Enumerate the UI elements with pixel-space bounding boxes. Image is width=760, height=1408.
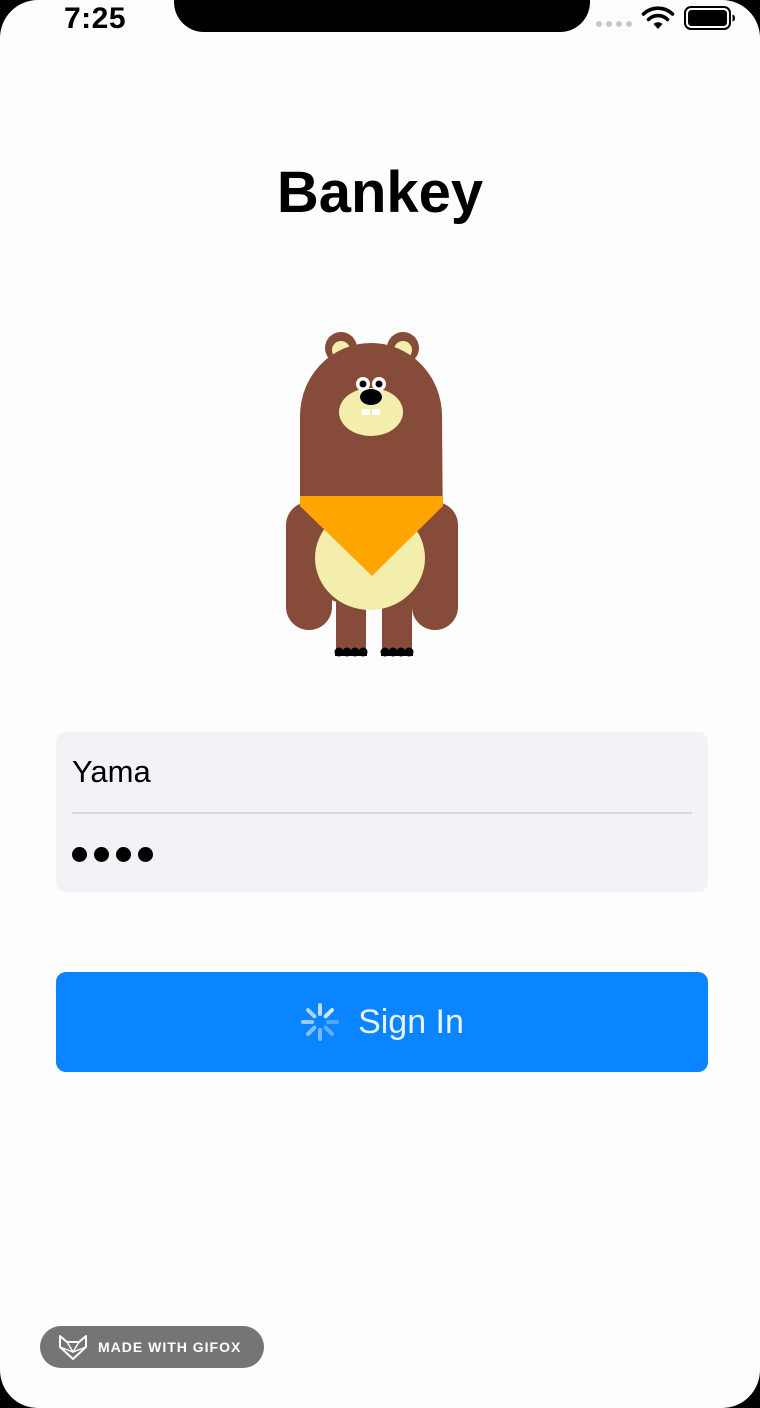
login-form: Yama <box>56 732 708 892</box>
username-field[interactable]: Yama <box>72 736 692 808</box>
cellular-signal-icon <box>596 21 632 27</box>
password-dot <box>116 846 131 862</box>
fox-logo-icon <box>59 1335 87 1360</box>
wifi-icon <box>641 6 675 29</box>
password-dot <box>138 846 153 862</box>
sign-in-label: Sign In <box>358 1002 464 1041</box>
password-dot <box>72 846 87 862</box>
bear-mascot <box>286 332 458 657</box>
password-field[interactable] <box>72 818 692 890</box>
login-screen: 7:25 Bankey Yama Sign In MADE WITH GIFOX <box>0 0 760 1408</box>
sign-in-button[interactable]: Sign In <box>56 972 708 1072</box>
status-time: 7:25 <box>64 2 127 35</box>
status-bar: 7:25 <box>0 0 760 50</box>
battery-icon <box>684 6 735 30</box>
password-dot <box>94 846 109 862</box>
username-value: Yama <box>72 754 151 789</box>
gifox-watermark: MADE WITH GIFOX <box>40 1326 264 1368</box>
watermark-text: MADE WITH GIFOX <box>98 1339 242 1355</box>
activity-spinner-icon <box>301 1003 340 1041</box>
form-divider <box>72 812 692 814</box>
app-title: Bankey <box>276 160 484 225</box>
device-notch <box>174 0 590 32</box>
password-masked-value <box>72 846 153 862</box>
